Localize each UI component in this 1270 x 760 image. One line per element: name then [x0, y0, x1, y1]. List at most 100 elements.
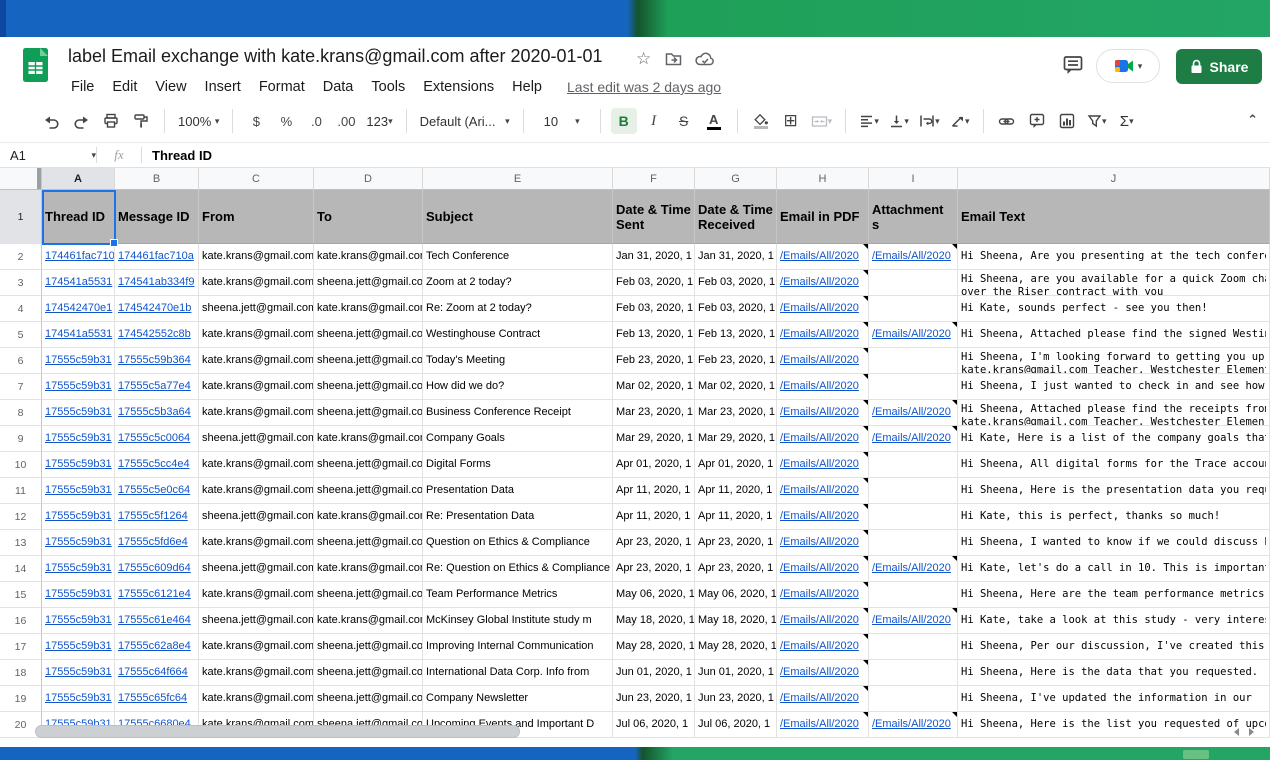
paint-format-button[interactable] [128, 108, 154, 134]
cell-to[interactable]: sheena.jett@gmail.com [314, 452, 423, 478]
star-icon[interactable]: ☆ [636, 50, 651, 68]
cell-sent[interactable]: Jan 31, 2020, 1 [613, 244, 695, 270]
cell-pdf[interactable]: /Emails/All/2020 [777, 556, 869, 582]
cell-pdf[interactable]: /Emails/All/2020 [777, 426, 869, 452]
cell-from[interactable]: kate.krans@gmail.com [199, 322, 314, 348]
zoom-select[interactable]: 100% ▾ [175, 108, 222, 134]
cell-to[interactable]: sheena.jett@gmail.com [314, 634, 423, 660]
row-header-14[interactable]: 14 [0, 556, 42, 582]
share-button[interactable]: Share [1176, 49, 1262, 84]
cell-text[interactable]: Hi Kate, take a look at this study - ver… [958, 608, 1270, 634]
document-title[interactable]: label Email exchange with kate.krans@gma… [68, 46, 603, 67]
cell-text[interactable]: Hi Sheena, Are you presenting at the tec… [958, 244, 1270, 270]
cell-thread[interactable]: 174461fac710 [42, 244, 115, 270]
cell-from[interactable]: kate.krans@gmail.com [199, 634, 314, 660]
cell-sent[interactable]: Mar 02, 2020, 1 [613, 374, 695, 400]
sheets-logo-icon[interactable] [22, 47, 49, 83]
cell-sent[interactable]: Feb 03, 2020, 1 [613, 270, 695, 296]
cell-received[interactable]: Apr 11, 2020, 1 [695, 504, 777, 530]
cell-subject[interactable]: Digital Forms [423, 452, 613, 478]
cell-to[interactable]: kate.krans@gmail.com [314, 556, 423, 582]
header-cell[interactable]: Subject [423, 190, 613, 244]
menu-edit[interactable]: Edit [103, 79, 146, 95]
row-header-9[interactable]: 9 [0, 426, 42, 452]
cell-to[interactable]: kate.krans@gmail.com [314, 426, 423, 452]
column-header-i[interactable]: I [869, 168, 958, 190]
cell-message[interactable]: 17555c609d64 [115, 556, 199, 582]
cell-sent[interactable]: Apr 23, 2020, 1 [613, 530, 695, 556]
cell-subject[interactable]: Today's Meeting [423, 348, 613, 374]
column-header-a[interactable]: A [42, 168, 115, 190]
cell-text[interactable]: Hi Sheena, Here are the team performance… [958, 582, 1270, 608]
row-header-7[interactable]: 7 [0, 374, 42, 400]
name-box[interactable]: A1▾ [0, 148, 96, 163]
cell-subject[interactable]: Tech Conference [423, 244, 613, 270]
cell-from[interactable]: kate.krans@gmail.com [199, 348, 314, 374]
font-select[interactable]: Default (Ari...▾ [417, 108, 513, 134]
cell-thread[interactable]: 17555c59b31 [42, 530, 115, 556]
cell-att[interactable] [869, 504, 958, 530]
cell-to[interactable]: sheena.jett@gmail.com [314, 270, 423, 296]
cell-text[interactable]: Hi Sheena, Here is the presentation data… [958, 478, 1270, 504]
bold-button[interactable]: B [611, 108, 637, 134]
cell-to[interactable]: kate.krans@gmail.com [314, 296, 423, 322]
cell-received[interactable]: Mar 23, 2020, 1 [695, 400, 777, 426]
row-header-1[interactable]: 1 [0, 190, 42, 244]
cell-pdf[interactable]: /Emails/All/2020 [777, 660, 869, 686]
cell-pdf[interactable]: /Emails/All/2020 [777, 322, 869, 348]
cell-pdf[interactable]: /Emails/All/2020 [777, 270, 869, 296]
cell-thread[interactable]: 17555c59b31 [42, 452, 115, 478]
format-percent-button[interactable]: % [273, 108, 299, 134]
cell-pdf[interactable]: /Emails/All/2020 [777, 530, 869, 556]
cell-pdf[interactable]: /Emails/All/2020 [777, 478, 869, 504]
cell-received[interactable]: Feb 03, 2020, 1 [695, 296, 777, 322]
column-header-e[interactable]: E [423, 168, 613, 190]
cell-message[interactable]: 17555c6121e4 [115, 582, 199, 608]
cell-to[interactable]: sheena.jett@gmail.com [314, 374, 423, 400]
cell-att[interactable] [869, 452, 958, 478]
cell-received[interactable]: Apr 11, 2020, 1 [695, 478, 777, 504]
menu-help[interactable]: Help [503, 79, 551, 95]
cell-text[interactable]: Hi Sheena, I'm looking forward to gettin… [958, 348, 1270, 374]
cell-from[interactable]: kate.krans@gmail.com [199, 374, 314, 400]
cell-message[interactable]: 17555c65fc64 [115, 686, 199, 712]
menu-insert[interactable]: Insert [196, 79, 250, 95]
row-header-10[interactable]: 10 [0, 452, 42, 478]
fill-color-button[interactable] [748, 108, 774, 134]
column-header-b[interactable]: B [115, 168, 199, 190]
cell-received[interactable]: Feb 23, 2020, 1 [695, 348, 777, 374]
cell-att[interactable] [869, 660, 958, 686]
cell-from[interactable]: kate.krans@gmail.com [199, 582, 314, 608]
format-currency-button[interactable]: $ [243, 108, 269, 134]
cell-text[interactable]: Hi Sheena, Per our discussion, I've crea… [958, 634, 1270, 660]
header-cell[interactable]: Thread ID [42, 190, 115, 244]
merge-cells-button[interactable]: ▾ [808, 108, 836, 134]
row-header-17[interactable]: 17 [0, 634, 42, 660]
cell-subject[interactable]: How did we do? [423, 374, 613, 400]
cell-thread[interactable]: 17555c59b31 [42, 608, 115, 634]
cell-subject[interactable]: Team Performance Metrics [423, 582, 613, 608]
column-header-d[interactable]: D [314, 168, 423, 190]
cell-subject[interactable]: McKinsey Global Institute study m [423, 608, 613, 634]
cell-to[interactable]: kate.krans@gmail.com [314, 504, 423, 530]
cell-message[interactable]: 174461fac710a [115, 244, 199, 270]
cell-att[interactable]: /Emails/All/2020 [869, 244, 958, 270]
cloud-status-icon[interactable] [694, 50, 715, 68]
cell-to[interactable]: sheena.jett@gmail.com [314, 660, 423, 686]
scroll-left-arrow[interactable] [1234, 728, 1239, 736]
cell-sent[interactable]: May 06, 2020, 1 [613, 582, 695, 608]
cell-to[interactable]: sheena.jett@gmail.com [314, 348, 423, 374]
cell-from[interactable]: kate.krans@gmail.com [199, 686, 314, 712]
row-header-19[interactable]: 19 [0, 686, 42, 712]
cell-message[interactable]: 174541ab334f9 [115, 270, 199, 296]
cell-thread[interactable]: 17555c59b31 [42, 582, 115, 608]
horizontal-align-button[interactable]: ▾ [856, 108, 882, 134]
cell-received[interactable]: Jan 31, 2020, 1 [695, 244, 777, 270]
cell-text[interactable]: Hi Sheena, All digital forms for the Tra… [958, 452, 1270, 478]
column-header-c[interactable]: C [199, 168, 314, 190]
cell-att[interactable]: /Emails/All/2020 [869, 400, 958, 426]
last-edit-link[interactable]: Last edit was 2 days ago [567, 79, 721, 95]
cell-sent[interactable]: Apr 11, 2020, 1 [613, 504, 695, 530]
cell-sent[interactable]: Mar 29, 2020, 1 [613, 426, 695, 452]
strikethrough-button[interactable]: S [671, 108, 697, 134]
